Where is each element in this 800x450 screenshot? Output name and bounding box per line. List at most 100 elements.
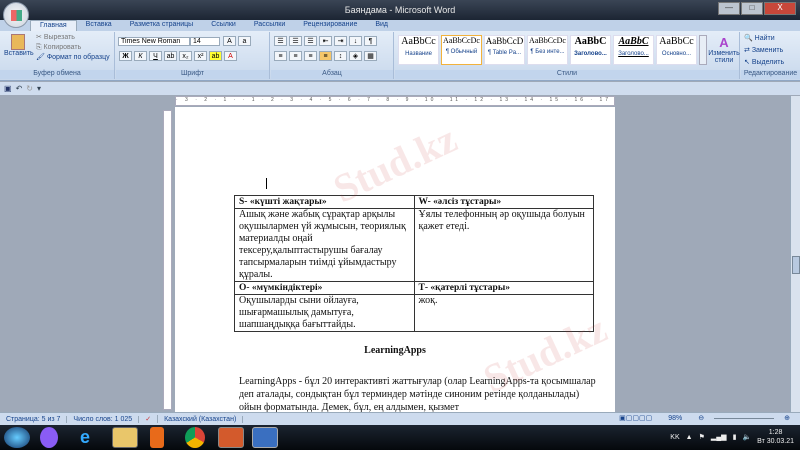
page-count[interactable]: Страница: 5 из 7 xyxy=(0,415,68,423)
word-count[interactable]: Число слов: 1 025 xyxy=(67,415,140,423)
style-title[interactable]: AaBbCc Название xyxy=(398,35,439,65)
save-icon[interactable]: ▣ xyxy=(4,84,12,93)
style-normal[interactable]: AaBbCcDc ¶ Обычный xyxy=(441,35,482,65)
superscript-icon[interactable]: x² xyxy=(194,51,207,61)
show-marks-icon[interactable]: ¶ xyxy=(364,36,377,46)
view-buttons[interactable]: ▣▢▢▢▢ xyxy=(613,414,658,422)
align-right-icon[interactable]: ≡ xyxy=(304,51,317,61)
table-cell[interactable]: Ұялы телефонның әр оқушыда болуын қажет … xyxy=(413,208,594,282)
office-button[interactable] xyxy=(3,2,29,28)
zoom-out-icon[interactable]: ⊖ xyxy=(692,414,710,422)
highlight-icon[interactable]: ab xyxy=(209,51,222,61)
file-explorer-icon[interactable] xyxy=(112,427,138,448)
clipboard-label: Буфер обмена xyxy=(0,70,114,79)
format-painter-button[interactable]: 🖌 Формат по образцу xyxy=(36,53,110,63)
align-center-icon[interactable]: ≡ xyxy=(289,51,302,61)
multilevel-list-icon[interactable]: ☰ xyxy=(304,36,317,46)
minimize-button[interactable]: — xyxy=(718,2,740,15)
language-indicator-tray[interactable]: KK xyxy=(670,434,679,441)
redo-icon[interactable]: ↻ xyxy=(26,84,33,93)
spellcheck-icon[interactable]: ✓ xyxy=(139,415,159,423)
start-button[interactable] xyxy=(4,427,30,448)
zoom-slider[interactable] xyxy=(714,417,775,419)
table-cell[interactable]: жоқ. xyxy=(413,294,594,332)
media-player-icon[interactable] xyxy=(150,427,164,448)
justify-icon[interactable]: ≡ xyxy=(319,51,332,61)
replace-button[interactable]: ⇄ Заменить xyxy=(744,45,784,57)
bold-button[interactable]: Ж xyxy=(119,51,132,61)
style-heading-2[interactable]: AaBbC Заголово... xyxy=(613,35,654,65)
volume-icon[interactable]: 🔈 xyxy=(742,433,751,441)
flag-icon[interactable]: ⚑ xyxy=(699,433,705,441)
battery-icon[interactable]: ▮ xyxy=(733,433,737,441)
internet-explorer-icon[interactable]: e xyxy=(80,427,106,448)
align-left-icon[interactable]: ≡ xyxy=(274,51,287,61)
increase-indent-icon[interactable]: ⇥ xyxy=(334,36,347,46)
subscript-icon[interactable]: x₂ xyxy=(179,51,192,61)
grow-font-icon[interactable]: A xyxy=(222,36,236,46)
show-hidden-icons[interactable]: ▲ xyxy=(686,434,693,441)
find-button[interactable]: 🔍 Найти xyxy=(744,33,784,45)
font-size-select[interactable]: 14 xyxy=(190,36,220,46)
table-cell[interactable]: Оқушыларды сыни ойлауға, шығармашылық да… xyxy=(234,294,415,332)
shading-icon[interactable]: ◈ xyxy=(349,51,362,61)
font-color-icon[interactable]: A xyxy=(224,51,237,61)
tab-review[interactable]: Рецензирование xyxy=(294,20,366,31)
title-bar: Баяндама - Microsoft Word — □ X xyxy=(0,0,800,20)
undo-icon[interactable]: ↶ xyxy=(16,84,23,93)
cut-button[interactable]: ✂ Вырезать xyxy=(36,33,110,43)
decrease-indent-icon[interactable]: ⇤ xyxy=(319,36,332,46)
zoom-level[interactable]: 98% xyxy=(662,415,688,422)
vertical-scrollbar[interactable] xyxy=(790,96,800,412)
style-heading-1[interactable]: AaBbC Заголово... xyxy=(570,35,611,65)
alice-icon[interactable] xyxy=(40,427,58,448)
maximize-button[interactable]: □ xyxy=(741,2,763,15)
tab-mailings[interactable]: Рассылки xyxy=(245,20,294,31)
underline-button[interactable]: Ч xyxy=(149,51,162,61)
scrollbar-thumb[interactable] xyxy=(792,256,800,274)
zoom-in-icon[interactable]: ⊕ xyxy=(778,414,796,422)
shrink-font-icon[interactable]: a xyxy=(237,36,251,46)
system-tray: KK ▲ ⚑ ▂▄▆ ▮ 🔈 1:28 Вт 30.03.21 xyxy=(670,428,794,446)
table-cell[interactable]: О- «мүмкіндіктері» xyxy=(234,281,415,295)
network-icon[interactable]: ▂▄▆ xyxy=(711,433,727,441)
style-no-spacing[interactable]: AaBbCcDc ¶ Без инте... xyxy=(527,35,568,65)
editing-label: Редактирование xyxy=(741,70,800,79)
table-cell[interactable]: S- «күшті жақтары» xyxy=(234,195,415,209)
line-spacing-icon[interactable]: ↕ xyxy=(334,51,347,61)
section-heading: LearningApps xyxy=(364,345,426,356)
change-styles-button[interactable]: A Изменить стили xyxy=(708,35,740,64)
tab-page-layout[interactable]: Разметка страницы xyxy=(121,20,203,31)
tab-home[interactable]: Главная xyxy=(30,20,77,31)
clipboard-group: Вставить ✂ Вырезать ⎘ Копировать 🖌 Форма… xyxy=(0,32,115,79)
strikethrough-icon[interactable]: ab xyxy=(164,51,177,61)
paste-button[interactable]: Вставить xyxy=(4,34,34,57)
borders-icon[interactable]: ▦ xyxy=(364,51,377,61)
horizontal-ruler[interactable]: · 3 · 2 · 1 · · 1 · 2 · 3 · 4 · 5 · 6 · … xyxy=(175,96,615,106)
table-cell[interactable]: Ашық және жабық сұрақтар арқылы оқушылар… xyxy=(234,208,415,282)
customize-qat-icon[interactable]: ▾ xyxy=(37,84,41,93)
tab-insert[interactable]: Вставка xyxy=(77,20,121,31)
powerpoint-icon[interactable] xyxy=(218,427,244,448)
language-indicator[interactable]: Казахский (Казахстан) xyxy=(158,415,244,423)
table-cell[interactable]: W- «әлсіз тұстары» xyxy=(413,195,594,209)
select-button[interactable]: ↖ Выделить xyxy=(744,57,784,69)
styles-scroll[interactable] xyxy=(699,35,707,65)
close-button[interactable]: X xyxy=(764,2,796,15)
vertical-ruler[interactable] xyxy=(163,110,172,410)
numbering-icon[interactable]: ☰ xyxy=(289,36,302,46)
font-name-select[interactable]: Times New Roman xyxy=(118,36,190,46)
italic-button[interactable]: К xyxy=(134,51,147,61)
sort-icon[interactable]: ↓ xyxy=(349,36,362,46)
tab-references[interactable]: Ссылки xyxy=(202,20,245,31)
style-body[interactable]: AaBbCc Основно... xyxy=(656,35,697,65)
bullets-icon[interactable]: ☰ xyxy=(274,36,287,46)
chrome-icon[interactable] xyxy=(185,427,205,448)
table-cell[interactable]: Т- «қатерлі тұстары» xyxy=(413,281,594,295)
clock[interactable]: 1:28 Вт 30.03.21 xyxy=(757,428,794,446)
style-table-paragraph[interactable]: AaBbCcD ¶ Table Pa... xyxy=(484,35,525,65)
copy-button[interactable]: ⎘ Копировать xyxy=(36,43,110,53)
word-icon[interactable] xyxy=(252,427,278,448)
tab-view[interactable]: Вид xyxy=(366,20,397,31)
document-page[interactable]: S- «күшті жақтары» W- «әлсіз тұстары» Ашы… xyxy=(175,107,615,413)
